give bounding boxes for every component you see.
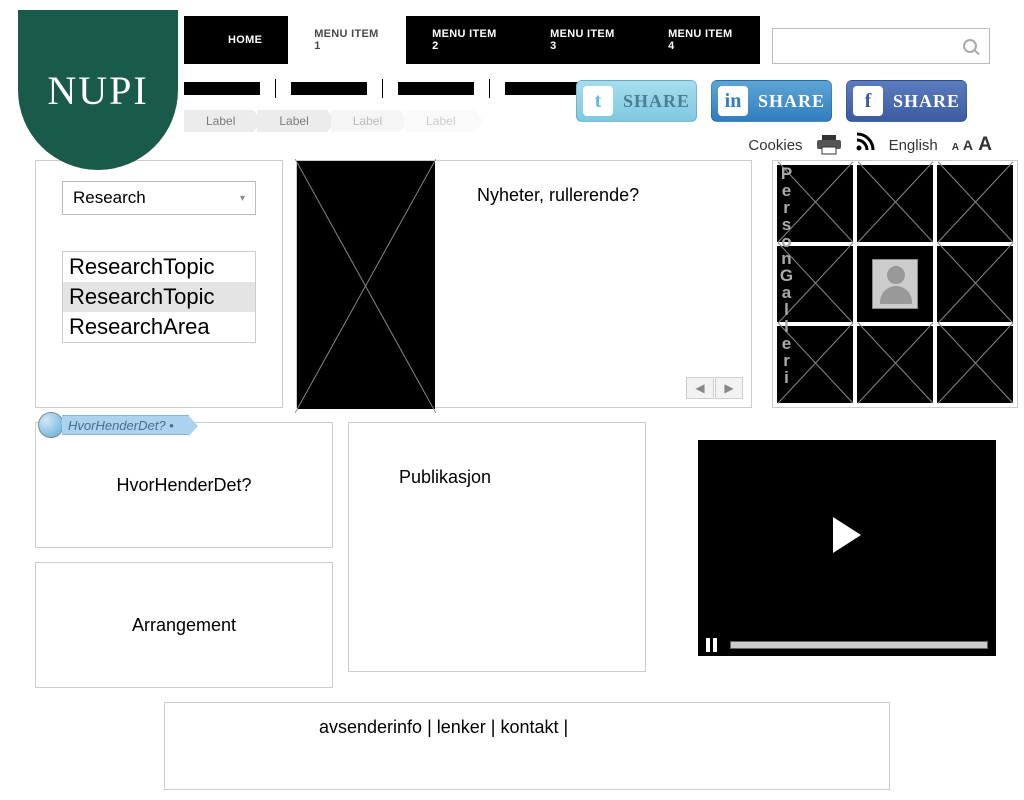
language-link[interactable]: English: [889, 137, 938, 154]
share-twitter-button[interactable]: t SHARE: [576, 80, 697, 122]
hhd-badge-label: HvorHenderDet? •: [62, 415, 189, 435]
sub-nav: [184, 82, 581, 98]
video-stage[interactable]: [698, 440, 996, 630]
play-icon: [833, 517, 861, 553]
share-row: t SHARE in SHARE f SHARE: [576, 80, 967, 122]
chevron-down-icon: ▾: [240, 193, 245, 204]
next-button[interactable]: ▶: [715, 377, 743, 399]
gallery-label: PersonGalleri: [776, 164, 796, 385]
twitter-icon: t: [583, 86, 613, 116]
publication-box-label: Publikasjon: [399, 467, 491, 488]
gallery-cell[interactable]: [857, 165, 933, 242]
video-player: [698, 440, 996, 656]
avatar-icon: [872, 259, 918, 309]
dropdown-label: Research: [73, 188, 146, 208]
nav-item-3[interactable]: MENU ITEM 3: [524, 11, 642, 69]
text-size-control[interactable]: A A A: [952, 134, 992, 156]
breadcrumb-item[interactable]: Label: [331, 110, 400, 132]
footer: avsenderinfo | lenker | kontakt |: [164, 702, 890, 790]
search-icon[interactable]: [963, 39, 977, 53]
nav-item-4[interactable]: MENU ITEM 4: [642, 11, 760, 69]
search-input[interactable]: [773, 33, 963, 60]
hhd-box[interactable]: HvorHenderDet?: [35, 422, 333, 548]
subnav-item[interactable]: [398, 82, 474, 95]
logo[interactable]: NUPI: [18, 10, 178, 170]
nav-item-1[interactable]: MENU ITEM 1: [288, 11, 406, 69]
footer-text: avsenderinfo | lenker | kontakt |: [319, 717, 568, 737]
hhd-box-label: HvorHenderDet?: [116, 475, 251, 496]
breadcrumb-item[interactable]: Label: [257, 110, 326, 132]
subnav-item[interactable]: [291, 82, 367, 95]
nav-home[interactable]: HOME: [202, 17, 288, 63]
search-box: [772, 28, 990, 64]
list-item[interactable]: ResearchTopic: [63, 282, 255, 312]
hhd-badge[interactable]: HvorHenderDet? •: [38, 412, 189, 438]
gallery-cell-avatar[interactable]: [857, 246, 933, 323]
breadcrumb: Label Label Label Label: [184, 110, 478, 132]
share-linkedin-button[interactable]: in SHARE: [711, 80, 832, 122]
nav-item-2[interactable]: MENU ITEM 2: [406, 11, 524, 69]
gallery-cell[interactable]: [937, 326, 1013, 403]
news-title: Nyheter, rullerende?: [477, 185, 639, 206]
breadcrumb-item[interactable]: Label: [184, 110, 253, 132]
pause-button[interactable]: [706, 638, 720, 652]
linkedin-icon: in: [718, 86, 748, 116]
share-label: SHARE: [758, 91, 825, 112]
subnav-item[interactable]: [184, 82, 260, 95]
facebook-icon: f: [853, 86, 883, 116]
share-label: SHARE: [893, 91, 960, 112]
publication-box[interactable]: Publikasjon: [348, 422, 646, 672]
video-controls: [698, 630, 996, 656]
research-sidebar: Research ▾ ResearchTopic ResearchTopic R…: [35, 160, 283, 408]
globe-icon: [38, 412, 64, 438]
research-listbox: ResearchTopic ResearchTopic ResearchArea: [62, 251, 256, 343]
share-facebook-button[interactable]: f SHARE: [846, 80, 967, 122]
gallery-cell[interactable]: [937, 246, 1013, 323]
main-nav: HOME MENU ITEM 1 MENU ITEM 2 MENU ITEM 3…: [184, 16, 760, 64]
list-item[interactable]: ResearchArea: [63, 312, 255, 342]
subnav-item[interactable]: [505, 82, 581, 95]
person-gallery: PersonGalleri: [772, 160, 1018, 408]
share-label: SHARE: [623, 91, 690, 112]
news-image-placeholder: [297, 161, 435, 409]
news-panel: Nyheter, rullerende? ◀ ▶: [296, 160, 752, 408]
cookies-link[interactable]: Cookies: [748, 137, 802, 154]
rss-icon[interactable]: [855, 132, 875, 158]
breadcrumb-item[interactable]: Label: [404, 110, 473, 132]
arrangement-box-label: Arrangement: [132, 615, 236, 636]
news-pager: ◀ ▶: [686, 377, 743, 399]
arrangement-box[interactable]: Arrangement: [35, 562, 333, 688]
utility-row: Cookies English A A A: [748, 132, 992, 158]
logo-text: NUPI: [47, 67, 148, 114]
gallery-cell[interactable]: [857, 326, 933, 403]
research-dropdown[interactable]: Research ▾: [62, 181, 256, 215]
prev-button[interactable]: ◀: [686, 377, 714, 399]
print-icon[interactable]: [817, 135, 841, 155]
gallery-cell[interactable]: [937, 165, 1013, 242]
seek-bar[interactable]: [730, 641, 988, 649]
list-item[interactable]: ResearchTopic: [63, 252, 255, 282]
